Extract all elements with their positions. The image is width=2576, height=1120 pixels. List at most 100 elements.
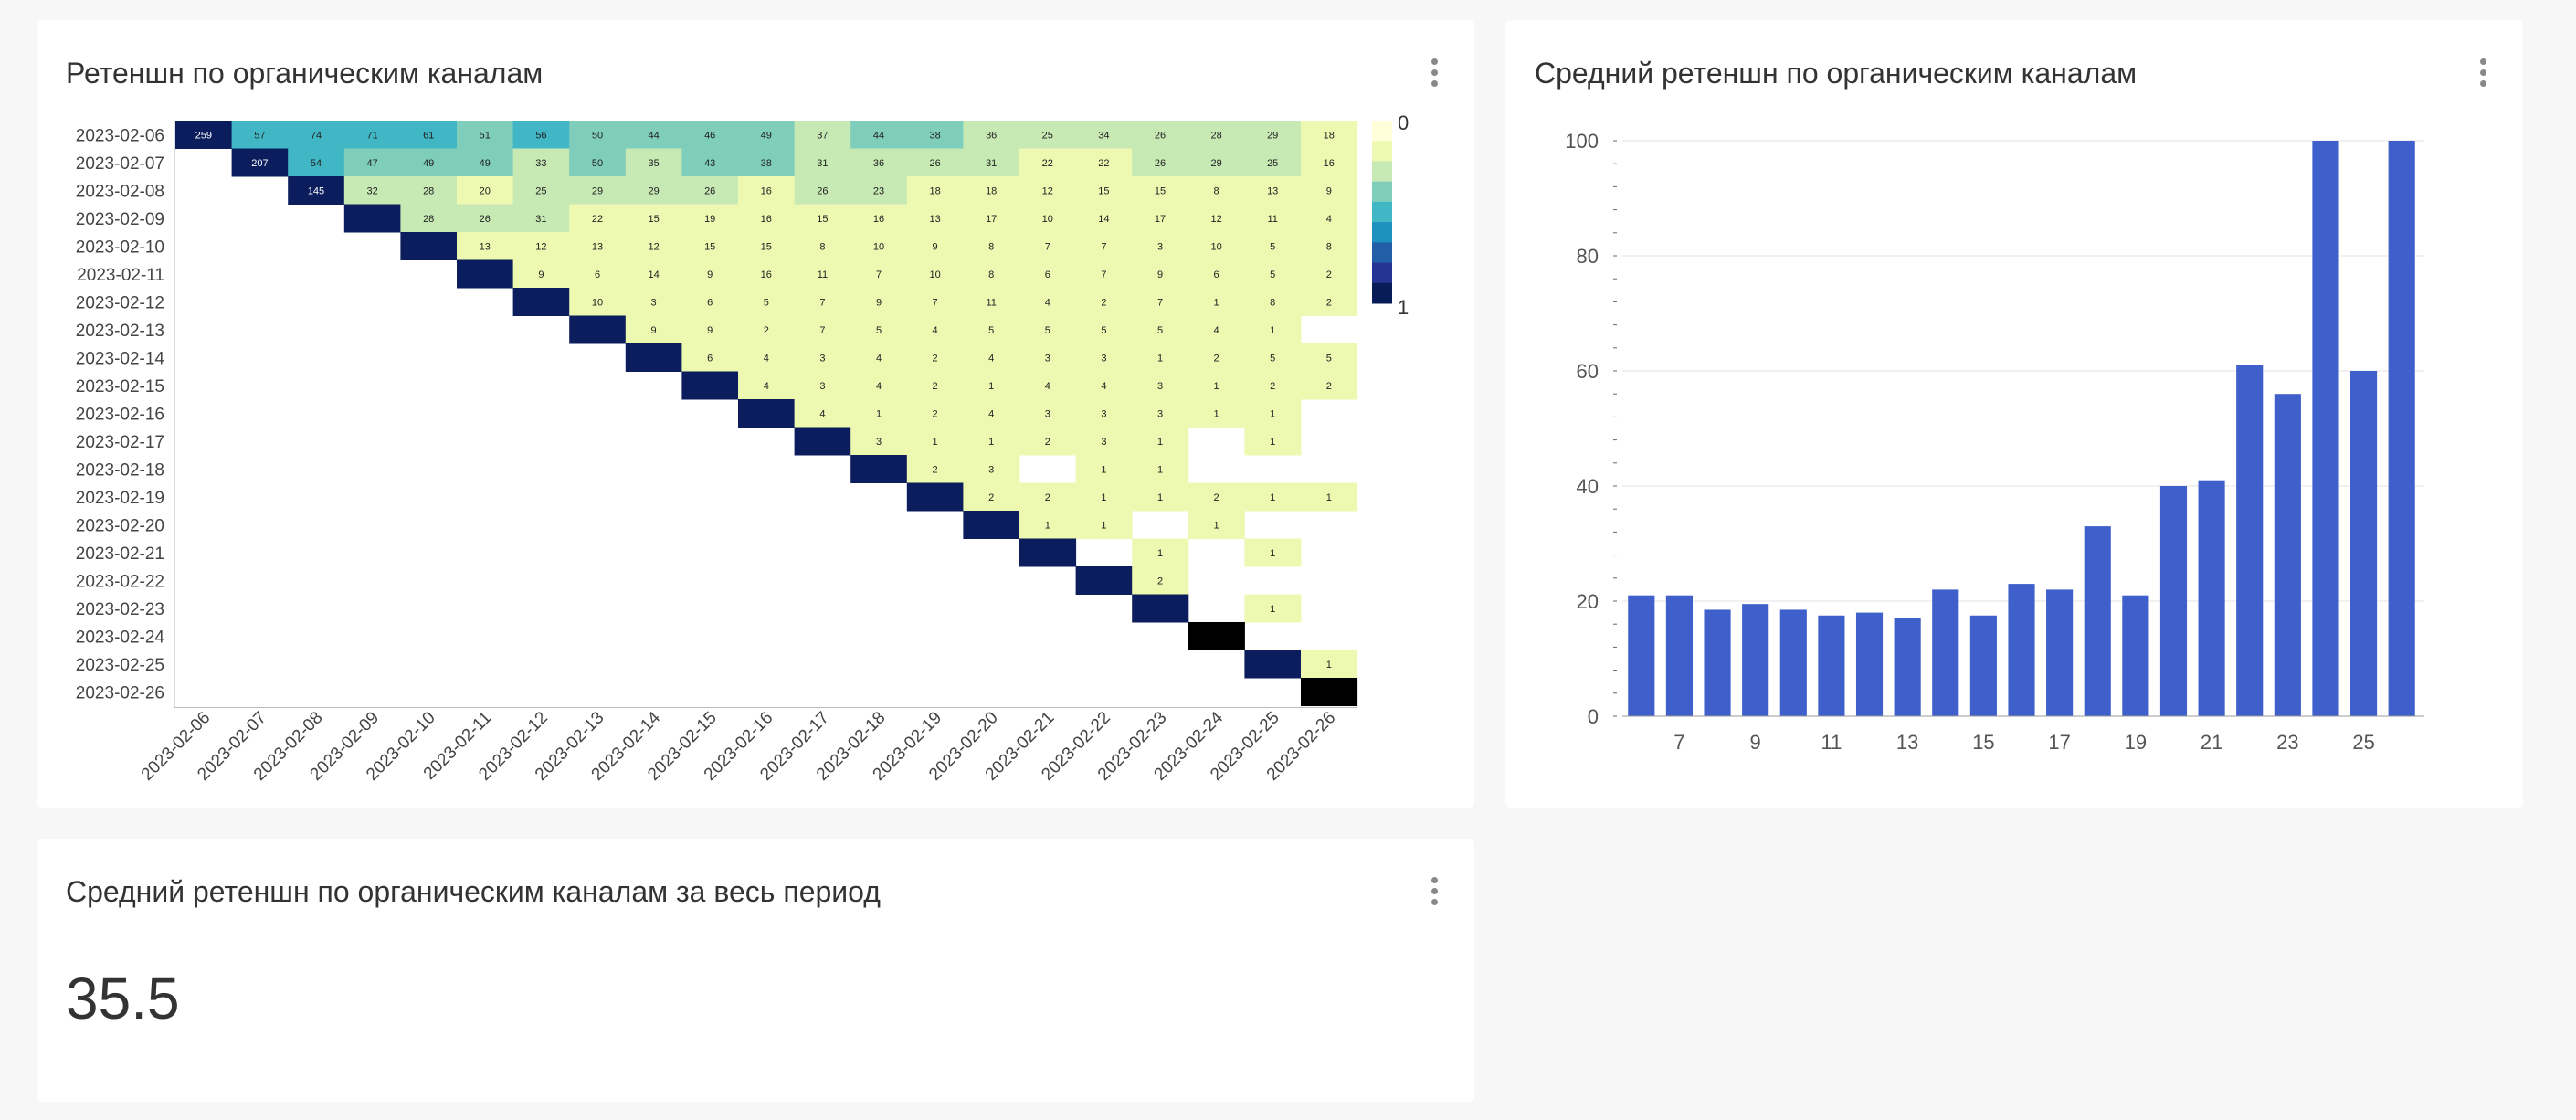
colorbar-segment bbox=[1372, 181, 1392, 203]
heatmap-cell-label: 49 bbox=[761, 130, 772, 141]
heatmap-cell-label: 8 bbox=[1214, 185, 1219, 196]
heatmap-cell-label: 28 bbox=[423, 185, 434, 196]
heatmap-cell-label: 2 bbox=[933, 381, 938, 392]
heatmap-cell-label: 3 bbox=[819, 353, 825, 364]
heatmap-cell-label: 4 bbox=[876, 353, 882, 364]
heatmap-cell-label: 74 bbox=[311, 130, 322, 141]
heatmap-cell bbox=[963, 511, 1020, 539]
bar bbox=[1742, 604, 1769, 716]
heatmap-cell-label: 18 bbox=[929, 185, 940, 196]
heatmap-cell-label: 1 bbox=[1214, 408, 1219, 419]
heatmap-cell-label: 34 bbox=[1098, 130, 1109, 141]
heatmap-cell-label: 54 bbox=[311, 158, 322, 169]
heatmap-cell-label: 49 bbox=[480, 158, 491, 169]
heatmap-cell-label: 3 bbox=[1101, 353, 1106, 364]
heatmap-cell-label: 6 bbox=[707, 353, 713, 364]
heatmap-cell-label: 5 bbox=[876, 325, 882, 336]
heatmap-cell-label: 8 bbox=[1270, 297, 1275, 308]
heatmap-cell-label: 43 bbox=[704, 158, 715, 169]
heatmap-cell-label: 8 bbox=[988, 269, 994, 280]
bar bbox=[2350, 371, 2378, 716]
heatmap-cell-label: 12 bbox=[535, 241, 546, 252]
bar-x-tick-label: 13 bbox=[1896, 731, 1918, 754]
bar-x-tick-label: 19 bbox=[2125, 731, 2147, 754]
heatmap-cell-label: 2 bbox=[1326, 297, 1332, 308]
heatmap-cell-label: 3 bbox=[1157, 408, 1163, 419]
heatmap-cell-label: 2 bbox=[764, 325, 769, 336]
heatmap-cell-label: 25 bbox=[1042, 130, 1053, 141]
colorbar-segment bbox=[1372, 262, 1392, 284]
heatmap-cell-label: 7 bbox=[819, 297, 825, 308]
heatmap-cell-label: 5 bbox=[1045, 325, 1050, 336]
heatmap-cell bbox=[569, 315, 627, 344]
bar bbox=[2046, 589, 2074, 716]
heatmap-cell-label: 1 bbox=[1157, 464, 1163, 475]
heatmap-cell-label: 3 bbox=[1045, 353, 1050, 364]
heatmap-cell-label: 4 bbox=[764, 381, 769, 392]
heatmap-cell bbox=[681, 371, 739, 400]
heatmap-row-label: 2023-02-21 bbox=[76, 544, 164, 564]
colorbar-segment bbox=[1372, 222, 1392, 243]
heatmap-cell-label: 1 bbox=[988, 381, 994, 392]
heatmap-cell-label: 11 bbox=[818, 269, 828, 280]
heatmap-cell bbox=[850, 455, 908, 483]
heatmap-cell-label: 3 bbox=[876, 437, 882, 448]
bar bbox=[2236, 365, 2264, 716]
colorbar-min-label: 0 bbox=[1398, 111, 1409, 134]
heatmap-cell-label: 3 bbox=[1157, 241, 1163, 252]
heatmap-cell bbox=[512, 288, 570, 316]
heatmap-cell-label: 26 bbox=[1155, 158, 1166, 169]
heatmap-cell-label: 12 bbox=[1042, 185, 1053, 196]
heatmap-cell-label: 20 bbox=[480, 185, 491, 196]
heatmap-cell-label: 49 bbox=[423, 158, 434, 169]
heatmap-cell-label: 1 bbox=[1270, 437, 1275, 448]
heatmap-cell-label: 17 bbox=[1155, 214, 1166, 225]
colorbar-segment bbox=[1372, 242, 1392, 264]
heatmap-cell-label: 26 bbox=[929, 158, 940, 169]
heatmap-row-label: 2023-02-12 bbox=[76, 293, 164, 312]
heatmap-cell-label: 1 bbox=[1270, 492, 1275, 503]
bar bbox=[1855, 612, 1884, 716]
heatmap-cell-label: 1 bbox=[933, 437, 938, 448]
heatmap-cell-label: 5 bbox=[1270, 353, 1275, 364]
heatmap-cell-label: 1 bbox=[1270, 604, 1275, 615]
heatmap-cell bbox=[1019, 538, 1077, 567]
bar-x-tick-label: 11 bbox=[1821, 731, 1842, 754]
heatmap-cell-label: 10 bbox=[873, 241, 884, 252]
bar-x-tick-label: 15 bbox=[1972, 731, 1994, 754]
heatmap-cell-label: 5 bbox=[1270, 241, 1275, 252]
heatmap-cell-label: 61 bbox=[423, 130, 434, 141]
heatmap-cell-label: 4 bbox=[1101, 381, 1106, 392]
heatmap-cell-label: 2 bbox=[1270, 381, 1275, 392]
heatmap-cell-label: 31 bbox=[986, 158, 997, 169]
heatmap-cell-label: 29 bbox=[1210, 158, 1221, 169]
heatmap-cell-label: 13 bbox=[480, 241, 491, 252]
heatmap-cell-label: 3 bbox=[1101, 437, 1106, 448]
kebab-menu-icon[interactable] bbox=[1425, 873, 1443, 910]
heatmap-cell-label: 50 bbox=[592, 158, 603, 169]
heatmap-cell-label: 22 bbox=[1098, 158, 1109, 169]
bar-y-tick-label: 80 bbox=[1577, 245, 1599, 268]
heatmap-cell-label: 15 bbox=[761, 241, 772, 252]
heatmap-cell-label: 16 bbox=[873, 214, 884, 225]
heatmap-cell-label: 2 bbox=[1045, 492, 1050, 503]
heatmap-cell-label: 2 bbox=[1157, 576, 1163, 586]
bar-x-tick-label: 23 bbox=[2276, 731, 2298, 754]
heatmap-cell-label: 16 bbox=[761, 214, 772, 225]
bar-y-tick-label: 40 bbox=[1577, 475, 1599, 498]
heatmap-cell-label: 15 bbox=[1155, 185, 1166, 196]
bar bbox=[2388, 141, 2415, 716]
heatmap-cell-label: 6 bbox=[1045, 269, 1050, 280]
bar bbox=[1704, 609, 1731, 716]
bar bbox=[1628, 595, 1655, 716]
bar-x-tick-label: 21 bbox=[2201, 731, 2222, 754]
heatmap-row-label: 2023-02-09 bbox=[76, 210, 164, 229]
heatmap-row-label: 2023-02-08 bbox=[76, 182, 164, 201]
heatmap-cell-label: 1 bbox=[1101, 492, 1106, 503]
heatmap-cell-label: 18 bbox=[986, 185, 997, 196]
heatmap-cell-label: 29 bbox=[648, 185, 659, 196]
heatmap-cell-label: 9 bbox=[933, 241, 938, 252]
heatmap-cell-label: 25 bbox=[535, 185, 546, 196]
heatmap-row-label: 2023-02-17 bbox=[76, 433, 164, 452]
heatmap-cell-label: 9 bbox=[538, 269, 544, 280]
